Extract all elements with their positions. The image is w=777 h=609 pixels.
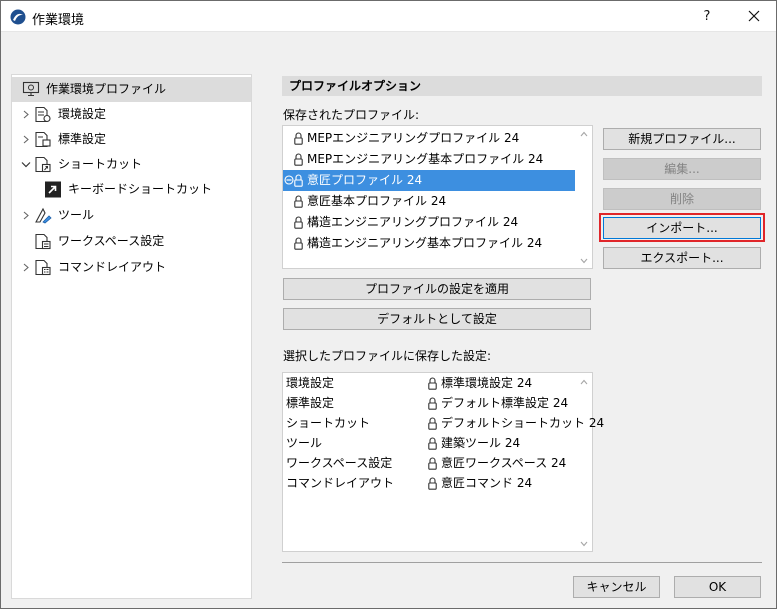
lock-icon: [428, 477, 437, 490]
tree-item-work-environment-profiles[interactable]: 作業環境プロファイル: [12, 77, 251, 102]
command-layout-icon: [35, 259, 51, 276]
tree-item-label: ワークスペース設定: [58, 234, 165, 248]
settings-value-text: 標準環境設定 24: [441, 376, 533, 390]
settings-value-text: デフォルトショートカット 24: [441, 416, 605, 430]
delete-button[interactable]: 削除: [603, 188, 761, 210]
scroll-down-icon[interactable]: [578, 539, 590, 549]
tree-item-command-layout[interactable]: コマンドレイアウト: [12, 255, 251, 280]
profile-name: 意匠プロファイル 24: [307, 173, 423, 187]
tree-item-label: ショートカット: [58, 157, 143, 171]
settings-category: 標準設定: [286, 396, 335, 410]
lock-icon: [294, 195, 303, 208]
lock-icon: [294, 216, 303, 229]
lock-icon: [428, 397, 437, 410]
saved-settings-list: 環境設定 標準設定 ショートカット ツール ワークスペース設定 コマンドレイアウ…: [282, 372, 604, 552]
scroll-up-icon[interactable]: [578, 377, 590, 387]
saved-settings-label: 選択したプロファイルに保存した設定:: [283, 349, 492, 363]
workspace-icon: [35, 233, 51, 250]
profile-name: MEPエンジニアリング基本プロファイル 24: [307, 152, 544, 166]
chevron-right-icon[interactable]: [20, 127, 32, 152]
settings-document-icon: [35, 106, 51, 123]
profile-row[interactable]: 意匠基本プロファイル 24: [283, 191, 575, 212]
tree-item-label: 標準設定: [58, 132, 107, 146]
profile-name: MEPエンジニアリングプロファイル 24: [307, 131, 520, 145]
app-logo-icon: [10, 9, 26, 25]
settings-category: ショートカット: [286, 416, 371, 430]
chevron-down-icon[interactable]: [20, 152, 32, 177]
help-button[interactable]: ?: [693, 5, 721, 29]
cancel-button[interactable]: キャンセル: [573, 576, 660, 598]
tree-item-workspace-settings[interactable]: ワークスペース設定: [12, 229, 251, 254]
profile-name: 構造エンジニアリングプロファイル 24: [307, 215, 519, 229]
scroll-down-icon[interactable]: [578, 256, 590, 266]
settings-value-text: 建築ツール 24: [441, 436, 521, 450]
lock-icon: [428, 437, 437, 450]
profile-row-selected[interactable]: 意匠プロファイル 24: [283, 170, 575, 191]
tree-item-label: 作業環境プロファイル: [46, 82, 167, 96]
set-default-button[interactable]: デフォルトとして設定: [283, 308, 591, 330]
lock-icon: [428, 457, 437, 470]
window-title: 作業環境: [32, 13, 85, 28]
profile-row[interactable]: 構造エンジニアリング基本プロファイル 24: [283, 233, 575, 254]
new-profile-button[interactable]: 新規プロファイル...: [603, 128, 761, 150]
standard-settings-icon: [35, 131, 51, 148]
import-button[interactable]: インポート...: [603, 217, 761, 239]
section-title: プロファイルオプション: [282, 76, 762, 96]
apply-profile-settings-button[interactable]: プロファイルの設定を適用: [283, 278, 591, 300]
lock-icon: [294, 174, 303, 187]
shortcut-document-icon: [35, 156, 51, 173]
settings-category: 環境設定: [286, 376, 335, 390]
settings-tree: 作業環境プロファイル 環境設定 標準設定 ショートカット キーボードショートカッ…: [11, 74, 252, 599]
footer-divider: [282, 562, 762, 563]
profile-monitor-icon: [22, 81, 40, 97]
lock-icon: [428, 377, 437, 390]
tree-item-standard-settings[interactable]: 標準設定: [12, 127, 251, 152]
tree-item-label: コマンドレイアウト: [58, 260, 167, 274]
active-profile-icon: [284, 175, 294, 185]
edit-button[interactable]: 編集...: [603, 158, 761, 180]
settings-value-text: デフォルト標準設定 24: [441, 396, 569, 410]
preferences-dialog: 作業環境 ? 作業環境プロファイル 環境設定 標準設定 ショートカット キーボー…: [0, 0, 777, 609]
tree-item-keyboard-shortcuts[interactable]: キーボードショートカット: [12, 177, 251, 202]
lock-icon: [428, 417, 437, 430]
settings-category: ツール: [286, 436, 323, 450]
lock-icon: [294, 153, 303, 166]
settings-category: ワークスペース設定: [286, 456, 393, 470]
profile-row[interactable]: 構造エンジニアリングプロファイル 24: [283, 212, 575, 233]
title-bar: 作業環境 ?: [1, 1, 776, 32]
scroll-up-icon[interactable]: [578, 129, 590, 139]
close-icon[interactable]: [733, 1, 775, 31]
saved-profiles-label: 保存されたプロファイル:: [283, 108, 420, 122]
profile-name: 意匠基本プロファイル 24: [307, 194, 447, 208]
profile-name: 構造エンジニアリング基本プロファイル 24: [307, 236, 543, 250]
tools-icon: [35, 207, 52, 224]
chevron-right-icon[interactable]: [20, 102, 32, 127]
tree-item-environment-settings[interactable]: 環境設定: [12, 102, 251, 127]
profile-row[interactable]: MEPエンジニアリングプロファイル 24: [283, 128, 575, 149]
chevron-right-icon[interactable]: [20, 255, 32, 280]
lock-icon: [294, 132, 303, 145]
tree-item-shortcuts[interactable]: ショートカット: [12, 152, 251, 177]
tree-item-tools[interactable]: ツール: [12, 203, 251, 228]
chevron-right-icon[interactable]: [20, 203, 32, 228]
tree-item-label: キーボードショートカット: [68, 182, 213, 196]
settings-value-text: 意匠ワークスペース 24: [441, 456, 567, 470]
ok-button[interactable]: OK: [674, 576, 761, 598]
settings-value-text: 意匠コマンド 24: [441, 476, 533, 490]
shortcut-arrow-icon: [45, 181, 61, 198]
export-button[interactable]: エクスポート...: [603, 247, 761, 269]
settings-category: コマンドレイアウト: [286, 476, 395, 490]
profiles-listbox[interactable]: MEPエンジニアリングプロファイル 24 MEPエンジニアリング基本プロファイル…: [282, 125, 593, 269]
lock-icon: [294, 237, 303, 250]
tree-item-label: 環境設定: [58, 107, 107, 121]
profile-row[interactable]: MEPエンジニアリング基本プロファイル 24: [283, 149, 575, 170]
tree-item-label: ツール: [58, 208, 95, 222]
